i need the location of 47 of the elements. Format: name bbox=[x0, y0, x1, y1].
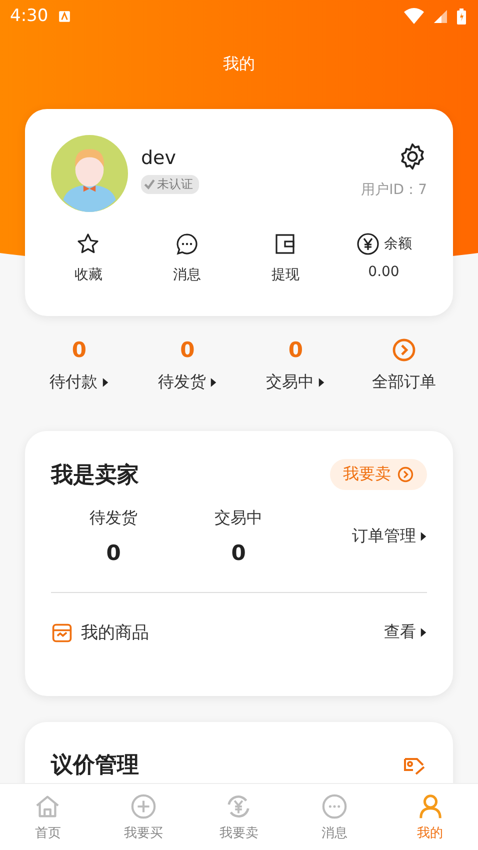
balance-amount: 0.00 bbox=[368, 264, 400, 280]
yen-icon bbox=[356, 232, 380, 256]
caret-icon bbox=[210, 377, 217, 388]
stat-label: 交易中 bbox=[214, 508, 262, 529]
wallet-icon[interactable] bbox=[273, 232, 298, 256]
status-time: 4:30 bbox=[10, 6, 48, 26]
action-label[interactable]: 消息 bbox=[172, 266, 201, 284]
order-status-link[interactable]: 交易中 bbox=[266, 372, 314, 393]
order-count: 0 bbox=[288, 338, 303, 364]
order-status-link[interactable]: 待付款 bbox=[50, 372, 98, 393]
order-status-link[interactable]: 待发货 bbox=[158, 372, 206, 393]
stat-label: 待发货 bbox=[90, 508, 138, 529]
notification-icon bbox=[58, 10, 72, 22]
view-link[interactable]: 查看 bbox=[384, 622, 416, 643]
plus-circle-icon bbox=[130, 792, 157, 820]
signal-icon bbox=[434, 10, 447, 22]
caret-icon bbox=[318, 377, 326, 388]
battery-icon bbox=[457, 8, 466, 24]
arrow-circle-icon bbox=[397, 466, 414, 483]
caret-icon bbox=[102, 377, 109, 388]
action-label[interactable]: 收藏 bbox=[74, 266, 102, 284]
order-management-link[interactable]: 订单管理 bbox=[352, 526, 416, 547]
order-status-link[interactable]: 全部订单 bbox=[372, 372, 436, 393]
action-label[interactable]: 提现 bbox=[271, 266, 300, 284]
arrow-circle-icon[interactable] bbox=[392, 338, 416, 362]
star-icon[interactable] bbox=[76, 232, 100, 256]
person-icon bbox=[416, 792, 444, 820]
balance-label: 余额 bbox=[384, 235, 412, 253]
chat-icon bbox=[321, 792, 348, 820]
yen-exchange-icon bbox=[225, 792, 252, 820]
settings-icon[interactable] bbox=[398, 142, 427, 171]
order-count: 0 bbox=[72, 338, 86, 364]
caret-icon bbox=[420, 531, 427, 542]
stat-value: 0 bbox=[231, 541, 246, 565]
order-count: 0 bbox=[180, 338, 195, 364]
stat-value: 0 bbox=[106, 541, 121, 565]
section-title: 我是卖家 bbox=[51, 462, 139, 490]
shop-icon bbox=[51, 622, 73, 644]
section-title: 议价管理 bbox=[51, 752, 139, 780]
caret-icon bbox=[420, 627, 427, 638]
my-products-label: 我的商品 bbox=[81, 622, 149, 644]
username: dev bbox=[141, 147, 176, 169]
wifi-icon bbox=[404, 8, 424, 24]
user-id: 用户ID：7 bbox=[361, 181, 427, 199]
chat-icon[interactable] bbox=[174, 232, 199, 256]
verification-badge: 未认证 bbox=[141, 175, 199, 194]
page-title: 我的 bbox=[223, 54, 255, 75]
